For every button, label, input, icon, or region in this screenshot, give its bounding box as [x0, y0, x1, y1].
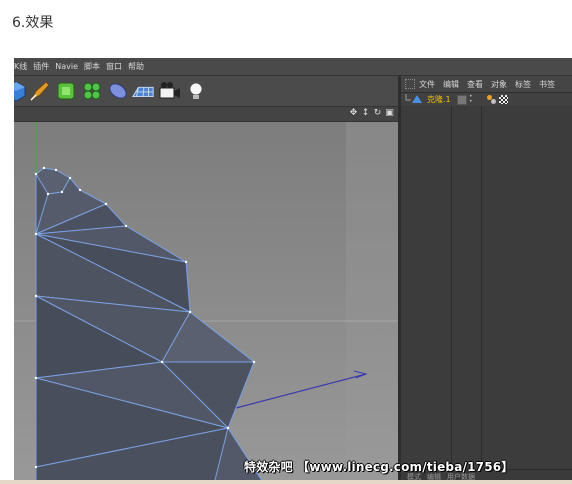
- cloner-icon[interactable]: [80, 79, 104, 103]
- main-toolbar: [14, 76, 398, 107]
- render-dots-icon[interactable]: • •: [469, 94, 475, 105]
- object-manager-menubar: 文件 编辑 查看 对象 标签 书签: [401, 76, 572, 93]
- camera-icon[interactable]: [158, 79, 182, 103]
- safe-frame-shade: [346, 122, 398, 484]
- main-menubar: K线 插件 Navie 脚本 窗口 帮助: [14, 58, 572, 76]
- menu-item-window[interactable]: 窗口: [106, 61, 128, 72]
- article-step-title: 6.效果: [12, 15, 54, 31]
- hierarchy-cloner-icon: [405, 94, 422, 103]
- panel-grip-icon[interactable]: [405, 79, 415, 89]
- visibility-toggle-icon[interactable]: [457, 95, 467, 105]
- subdivision-icon[interactable]: [54, 79, 78, 103]
- menu-item-help[interactable]: 帮助: [128, 61, 150, 72]
- dolly-view-icon[interactable]: ↕: [361, 108, 370, 118]
- checker-tag-icon[interactable]: [499, 95, 508, 104]
- menu-item-k[interactable]: K线: [14, 61, 33, 72]
- om-menu-view[interactable]: 查看: [467, 79, 483, 90]
- om-menu-tags[interactable]: 标签: [515, 79, 531, 90]
- tag-grey-icon: [491, 99, 496, 104]
- 3d-viewport[interactable]: [14, 122, 398, 484]
- rotate-view-icon[interactable]: ↻: [373, 108, 382, 118]
- maximize-view-icon[interactable]: ▣: [385, 108, 394, 118]
- om-menu-edit[interactable]: 编辑: [443, 79, 459, 90]
- floor-icon[interactable]: [131, 79, 157, 103]
- menu-item-navie[interactable]: Navie: [55, 62, 84, 71]
- page-bottom-strip: [0, 480, 572, 484]
- column-divider-1: [451, 106, 452, 478]
- pen-icon[interactable]: [28, 79, 52, 103]
- column-divider-2: [481, 106, 482, 478]
- light-icon[interactable]: [184, 79, 208, 103]
- object-name[interactable]: 克隆.1: [427, 94, 451, 105]
- menu-item-script[interactable]: 脚本: [84, 61, 106, 72]
- cube-icon[interactable]: [14, 79, 28, 103]
- viewport-scene: [14, 122, 398, 484]
- object-manager-panel: 文件 编辑 查看 对象 标签 书签 克隆.1 • • 模式 编辑 用户数据: [398, 76, 572, 484]
- om-menu-bookmarks[interactable]: 书签: [539, 79, 555, 90]
- om-menu-objects[interactable]: 对象: [491, 79, 507, 90]
- watermark-text: 特效杂吧 【www.linecg.com/tieba/1756】: [244, 460, 514, 474]
- viewport-header: ✥ ↕ ↻ ▣: [14, 107, 398, 122]
- om-menu-file[interactable]: 文件: [419, 79, 435, 90]
- c4d-screenshot: K线 插件 Navie 脚本 窗口 帮助 ✥ ↕ ↻ ▣ 文件 编辑 查看 对象…: [14, 58, 572, 484]
- object-row-cloner[interactable]: 克隆.1 • •: [401, 93, 572, 106]
- menu-item-plugins[interactable]: 插件: [33, 61, 55, 72]
- deformer-icon[interactable]: [106, 79, 130, 103]
- move-view-icon[interactable]: ✥: [349, 108, 358, 118]
